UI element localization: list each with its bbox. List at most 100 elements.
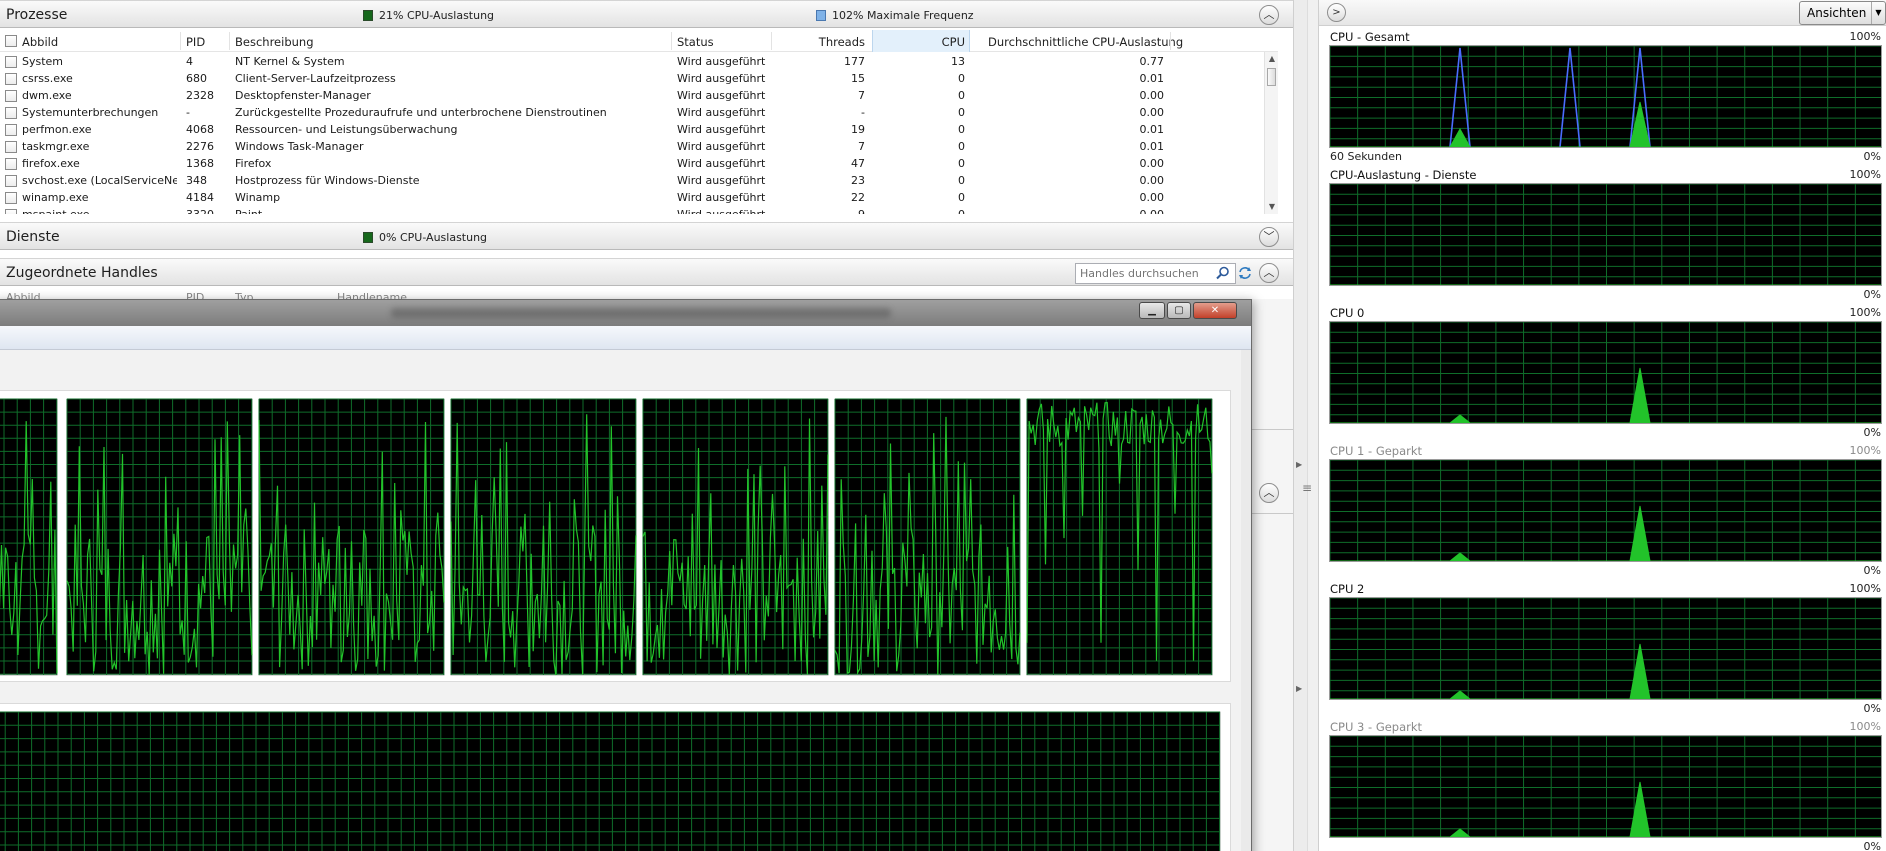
cpu-history-graphs xyxy=(0,398,1213,676)
collapse-processes-button[interactable]: ︿ xyxy=(1259,5,1279,25)
scroll-right-arrow-icon[interactable]: ▶ xyxy=(1296,460,1302,469)
cell-cpu: 13 xyxy=(951,55,965,68)
cell-cpu: 0 xyxy=(958,174,965,187)
views-button-label: Ansichten xyxy=(1807,6,1867,20)
processes-vertical-scrollbar[interactable]: ▲ ▼ xyxy=(1264,52,1278,214)
cell-avg-cpu: 0.00 xyxy=(1139,89,1165,102)
views-dropdown-button[interactable]: Ansichten ▼ xyxy=(1799,1,1886,25)
processes-max-frequency-text: 102% Maximale Frequenz xyxy=(832,9,974,22)
minimize-button[interactable]: ▁ xyxy=(1139,302,1165,319)
column-header-image[interactable]: Abbild xyxy=(22,35,58,49)
pane-splitter[interactable]: ▶ ▶ ≡ xyxy=(1293,0,1319,851)
column-header-status[interactable]: Status xyxy=(677,35,714,49)
cell-image: mspaint.exe xyxy=(22,208,177,214)
close-button[interactable]: ✕ xyxy=(1193,302,1237,319)
cpu-history-graph xyxy=(258,398,445,676)
graph-min-label: 0% xyxy=(1863,840,1881,851)
processes-section-header[interactable]: Prozesse 21% CPU-Auslastung 102% Maximal… xyxy=(0,0,1293,28)
row-checkbox[interactable] xyxy=(5,141,17,153)
table-row[interactable]: mspaint.exe 3320 Paint Wird ausgeführt 9 0 0.0… xyxy=(0,206,1278,214)
maximize-button[interactable]: ▢ xyxy=(1167,302,1191,319)
collapse-section-button[interactable]: ︿ xyxy=(1259,483,1279,503)
scrollbar-thumb[interactable] xyxy=(1267,68,1276,86)
search-icon[interactable] xyxy=(1216,266,1230,280)
column-header-avg-cpu[interactable]: Durchschnittliche CPU-Auslastung xyxy=(988,35,1183,49)
cpu-history-graph xyxy=(0,398,58,676)
blue-legend-swatch-icon xyxy=(816,10,826,21)
cell-description: Client-Server-Laufzeitprozess xyxy=(235,72,396,85)
column-header-pid[interactable]: PID xyxy=(186,35,205,49)
splitter-grip-icon[interactable]: ≡ xyxy=(1302,481,1312,495)
memory-history-graph xyxy=(0,711,1221,851)
cell-cpu: 0 xyxy=(958,123,965,136)
column-separator[interactable] xyxy=(229,32,230,50)
cell-description: Desktopfenster-Manager xyxy=(235,89,371,102)
cell-cpu: 0 xyxy=(958,106,965,119)
scroll-up-arrow-icon[interactable]: ▲ xyxy=(1265,52,1278,66)
scroll-right-arrow-icon[interactable]: ▶ xyxy=(1296,684,1302,693)
memory-graph-background xyxy=(0,711,1221,851)
row-checkbox[interactable] xyxy=(5,158,17,170)
row-checkbox[interactable] xyxy=(5,90,17,102)
table-row[interactable]: firefox.exe 1368 Firefox Wird ausgeführt 47 0… xyxy=(0,155,1278,172)
row-checkbox[interactable] xyxy=(5,56,17,68)
row-checkbox[interactable] xyxy=(5,124,17,136)
cell-image: winamp.exe xyxy=(22,191,89,204)
row-checkbox[interactable] xyxy=(5,209,17,214)
dropdown-arrow-icon[interactable]: ▼ xyxy=(1871,2,1885,24)
graphs-right-pane: > Ansichten ▼ CPU - Gesamt 100% 0% 60 Sekun… xyxy=(1319,0,1886,851)
cell-pid: 4 xyxy=(186,55,193,68)
cell-cpu: 0 xyxy=(958,191,965,204)
column-separator[interactable] xyxy=(671,32,672,50)
close-icon: ✕ xyxy=(1210,305,1220,316)
column-header-threads[interactable]: Threads xyxy=(777,35,865,49)
toggle-graphs-button[interactable]: > xyxy=(1327,3,1346,22)
table-row[interactable]: winamp.exe 4184 Winamp Wird ausgeführt 22 0 0.… xyxy=(0,189,1278,206)
column-separator[interactable] xyxy=(180,32,181,50)
column-header-description[interactable]: Beschreibung xyxy=(235,35,314,49)
table-row[interactable]: System 4 NT Kernel & System Wird ausgeführt… xyxy=(0,53,1278,70)
left-pane-vertical-scrollbar[interactable]: ▶ ▶ xyxy=(1294,0,1308,851)
column-separator[interactable] xyxy=(771,32,772,50)
services-cpu-usage-text: 0% CPU-Auslastung xyxy=(379,231,488,244)
cell-image: firefox.exe xyxy=(22,157,80,170)
refresh-icon[interactable] xyxy=(1238,266,1252,280)
table-row[interactable]: dwm.exe 2328 Desktopfenster-Manager Wird au… xyxy=(0,87,1278,104)
table-row[interactable]: Systemunterbrechungen - Zurückgestellte Pr… xyxy=(0,104,1278,121)
row-checkbox[interactable] xyxy=(5,107,17,119)
cpu-usage-peak xyxy=(1449,690,1471,699)
cell-cpu: 0 xyxy=(958,72,965,85)
table-row[interactable]: taskmgr.exe 2276 Windows Task-Manager Wird … xyxy=(0,138,1278,155)
cell-description: NT Kernel & System xyxy=(235,55,345,68)
column-header-cpu[interactable]: CPU xyxy=(876,35,965,49)
column-separator[interactable] xyxy=(1170,32,1171,50)
collapse-handles-button[interactable]: ︿ xyxy=(1259,263,1279,283)
row-checkbox[interactable] xyxy=(5,175,17,187)
memory-history-panel xyxy=(0,703,1231,851)
row-checkbox[interactable] xyxy=(5,73,17,85)
row-checkbox[interactable] xyxy=(5,192,17,204)
cell-threads: 47 xyxy=(851,157,865,170)
cell-pid: 348 xyxy=(186,174,207,187)
select-all-checkbox[interactable] xyxy=(5,35,17,47)
cell-status: Wird ausgeführt xyxy=(677,208,769,214)
cell-pid: 4068 xyxy=(186,123,214,136)
table-row[interactable]: perfmon.exe 4068 Ressourcen- und Leistungs… xyxy=(0,121,1278,138)
divider-line xyxy=(1252,513,1293,514)
cell-status: Wird ausgeführt xyxy=(677,123,766,136)
cell-avg-cpu: 0.00 xyxy=(1139,106,1165,119)
expand-services-button[interactable]: ﹀ xyxy=(1259,227,1279,247)
scroll-down-arrow-icon[interactable]: ▼ xyxy=(1265,200,1278,214)
handles-search-input[interactable] xyxy=(1075,263,1236,284)
cpu-history-graph xyxy=(450,398,637,676)
chevron-up-icon: ︿ xyxy=(1263,486,1275,499)
chevron-up-icon: ︿ xyxy=(1263,8,1275,21)
table-row[interactable]: csrss.exe 680 Client-Server-Laufzeitprozes… xyxy=(0,70,1278,87)
performance-window[interactable]: ▁ ▢ ✕ xyxy=(0,299,1252,851)
cpu-history-panel xyxy=(0,390,1231,682)
table-row[interactable]: svchost.exe (LocalServiceNet… 348 Hostproz… xyxy=(0,172,1278,189)
services-section-header[interactable]: Dienste 0% CPU-Auslastung ﹀ xyxy=(0,222,1293,250)
cpu-usage-peak xyxy=(1449,127,1471,147)
cell-image: svchost.exe (LocalServiceNet… xyxy=(22,174,177,187)
chevron-right-icon: > xyxy=(1332,7,1341,18)
